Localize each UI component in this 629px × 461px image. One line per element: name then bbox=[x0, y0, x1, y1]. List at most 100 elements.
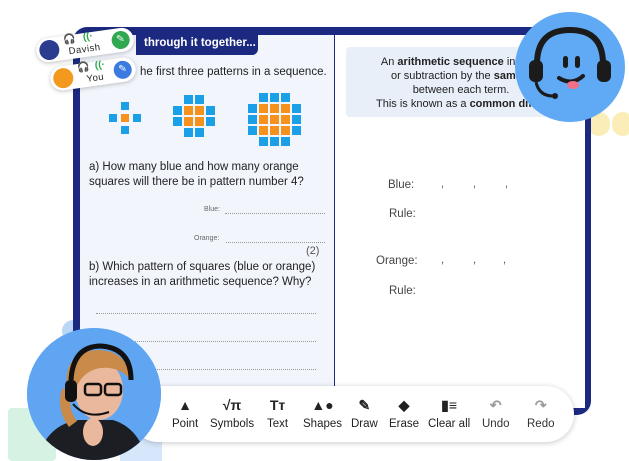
pattern-2 bbox=[172, 94, 217, 139]
drawing-toolbar: ect ▲ Point √π Symbols Tт Text ▲● Shapes… bbox=[130, 386, 574, 442]
square bbox=[120, 101, 130, 111]
text-tool[interactable]: Tт Text bbox=[267, 396, 288, 430]
pencil-icon: ✎ bbox=[358, 397, 371, 413]
square bbox=[247, 125, 258, 136]
square bbox=[172, 116, 183, 127]
mascot-avatar bbox=[515, 12, 625, 122]
square bbox=[194, 127, 205, 138]
square bbox=[108, 113, 118, 123]
redo-tool[interactable]: ↷ Redo bbox=[527, 396, 555, 430]
square bbox=[194, 105, 205, 116]
clear-all-icon: ▮≡ bbox=[441, 397, 458, 413]
headphones-icon: 🎧 bbox=[76, 61, 91, 75]
tool-label: Clear all bbox=[428, 418, 471, 430]
avatar bbox=[51, 66, 75, 90]
tool-label: Draw bbox=[351, 418, 378, 430]
square bbox=[205, 116, 216, 127]
info-text: This is known as a bbox=[376, 98, 470, 110]
clear-all-tool[interactable]: ▮≡ Clear all bbox=[428, 396, 470, 430]
square bbox=[280, 136, 291, 147]
comma: , bbox=[503, 254, 507, 266]
square bbox=[280, 92, 291, 103]
square bbox=[269, 114, 280, 125]
draw-tool[interactable]: ✎ Draw bbox=[351, 396, 378, 430]
comma: , bbox=[505, 178, 509, 190]
square bbox=[291, 114, 302, 125]
square bbox=[132, 113, 142, 123]
orange-answer-label: Orange: bbox=[194, 235, 220, 242]
orange-answer-line[interactable] bbox=[226, 241, 325, 243]
point-tool[interactable]: ▲ Point bbox=[172, 396, 198, 430]
wifi-icon: ((· bbox=[94, 59, 106, 72]
shapes-icon: ▲● bbox=[311, 397, 334, 413]
square bbox=[183, 127, 194, 138]
square bbox=[194, 94, 205, 105]
student-video bbox=[27, 328, 161, 460]
square bbox=[120, 113, 130, 123]
pen-icon[interactable]: ✎ bbox=[112, 59, 133, 80]
tool-label: Redo bbox=[527, 418, 555, 430]
erase-tool[interactable]: ◆ Erase bbox=[389, 396, 419, 430]
square bbox=[247, 114, 258, 125]
undo-icon: ↶ bbox=[489, 397, 502, 413]
comma: , bbox=[473, 178, 477, 190]
info-bold: arithmetic sequence bbox=[397, 56, 504, 68]
square bbox=[280, 103, 291, 114]
square bbox=[258, 125, 269, 136]
eraser-icon: ◆ bbox=[398, 397, 410, 413]
blue-rule-label: Rule: bbox=[389, 208, 416, 220]
info-text: An bbox=[380, 56, 398, 68]
square bbox=[258, 103, 269, 114]
tool-label: Erase bbox=[389, 418, 420, 430]
question-b: b) Which pattern of squares (blue or ora… bbox=[89, 261, 316, 288]
square bbox=[183, 105, 194, 116]
wifi-icon: ((· bbox=[82, 30, 94, 44]
square bbox=[291, 103, 302, 114]
question-a: a) How many blue and how many orange squ… bbox=[89, 161, 304, 188]
blue-sequence-label: Blue: bbox=[388, 179, 415, 191]
orange-rule-label: Rule: bbox=[389, 285, 416, 297]
square bbox=[258, 114, 269, 125]
pattern-3 bbox=[247, 92, 303, 148]
worksheet-intro: he first three patterns in a sequence. bbox=[140, 66, 327, 78]
pen-icon[interactable]: ✎ bbox=[110, 29, 131, 51]
tool-label: Symbols bbox=[210, 418, 255, 430]
square bbox=[280, 114, 291, 125]
participant-name: You bbox=[85, 71, 105, 85]
square bbox=[183, 94, 194, 105]
square bbox=[258, 136, 269, 147]
tool-label: Point bbox=[172, 418, 199, 430]
student-webcam-icon bbox=[27, 328, 161, 460]
text-icon: Tт bbox=[269, 397, 286, 413]
symbols-tool[interactable]: √π Symbols bbox=[210, 396, 254, 430]
comma: , bbox=[441, 254, 445, 266]
comma: , bbox=[441, 178, 445, 190]
headphones-icon: 🎧 bbox=[62, 33, 77, 46]
undo-tool[interactable]: ↶ Undo bbox=[482, 396, 510, 430]
square bbox=[269, 103, 280, 114]
pattern-1 bbox=[108, 101, 142, 135]
square bbox=[280, 125, 291, 136]
square bbox=[258, 92, 269, 103]
info-text: or subtraction by the bbox=[390, 70, 494, 82]
square bbox=[120, 125, 130, 135]
square bbox=[269, 92, 280, 103]
blue-answer-label: Blue: bbox=[204, 206, 220, 213]
tool-label: Undo bbox=[482, 418, 510, 430]
tool-label: Text bbox=[267, 418, 289, 430]
square bbox=[172, 105, 183, 116]
avatar bbox=[38, 38, 61, 62]
point-icon: ▲ bbox=[178, 397, 193, 413]
square bbox=[205, 105, 216, 116]
square bbox=[269, 125, 280, 136]
marks-label: (2) bbox=[306, 245, 320, 257]
tool-label: Shapes bbox=[303, 418, 343, 430]
shapes-tool[interactable]: ▲● Shapes bbox=[303, 396, 342, 430]
square bbox=[269, 136, 280, 147]
symbols-icon: √π bbox=[222, 397, 242, 413]
answer-line[interactable] bbox=[96, 312, 316, 314]
redo-icon: ↷ bbox=[534, 397, 547, 413]
blue-answer-line[interactable] bbox=[225, 212, 325, 214]
square bbox=[194, 116, 205, 127]
square bbox=[291, 125, 302, 136]
